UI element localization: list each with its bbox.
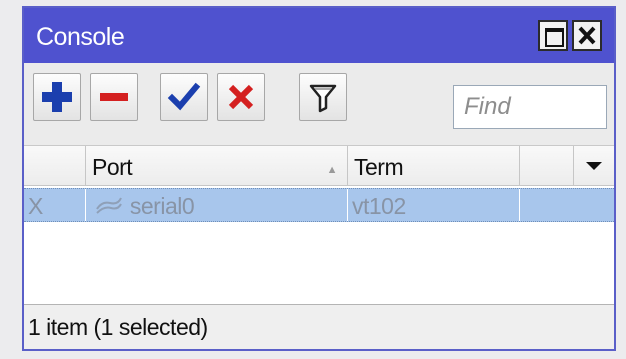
column-menu-button[interactable] — [574, 146, 614, 186]
chevron-down-icon — [586, 162, 602, 170]
filter-icon — [309, 84, 337, 113]
row-port: serial0 — [86, 189, 348, 221]
sort-arrow-icon: ▲ — [326, 164, 338, 176]
x-icon — [228, 84, 254, 110]
filter-button[interactable] — [299, 73, 347, 121]
close-button[interactable] — [572, 20, 602, 51]
console-window: Console Find Port ▲ Term X serial0 vt102… — [22, 6, 616, 351]
close-icon — [578, 26, 596, 45]
remove-icon — [100, 93, 128, 101]
toolbar — [24, 63, 614, 146]
column-header-port-label: Port — [92, 154, 133, 180]
status-bar: 1 item (1 selected) — [24, 305, 614, 349]
row-extra — [520, 189, 614, 221]
serial-port-icon — [96, 197, 122, 214]
table-header: Port ▲ Term — [24, 146, 614, 186]
column-header-port[interactable]: Port ▲ — [86, 146, 348, 186]
status-text: 1 item (1 selected) — [28, 314, 208, 340]
title-bar[interactable]: Console — [24, 8, 614, 63]
row-port-label: serial0 — [129, 193, 195, 219]
table-row[interactable]: X serial0 vt102 — [24, 188, 614, 222]
column-header-term[interactable]: Term — [348, 146, 520, 186]
column-header-flag[interactable] — [24, 146, 86, 186]
disable-button[interactable] — [217, 73, 265, 121]
row-term: vt102 — [348, 189, 520, 221]
add-button[interactable] — [33, 73, 81, 121]
maximize-icon — [545, 28, 564, 47]
find-input[interactable] — [453, 85, 607, 129]
enable-button[interactable] — [160, 73, 208, 121]
remove-button[interactable] — [90, 73, 138, 121]
column-header-extra[interactable] — [520, 146, 574, 186]
window-title: Console — [36, 23, 125, 51]
row-flag: X — [24, 189, 86, 221]
checkmark-icon — [167, 82, 201, 111]
add-icon — [42, 82, 72, 112]
maximize-button[interactable] — [538, 20, 568, 51]
console-table: Port ▲ Term X serial0 vt102 — [24, 146, 614, 305]
